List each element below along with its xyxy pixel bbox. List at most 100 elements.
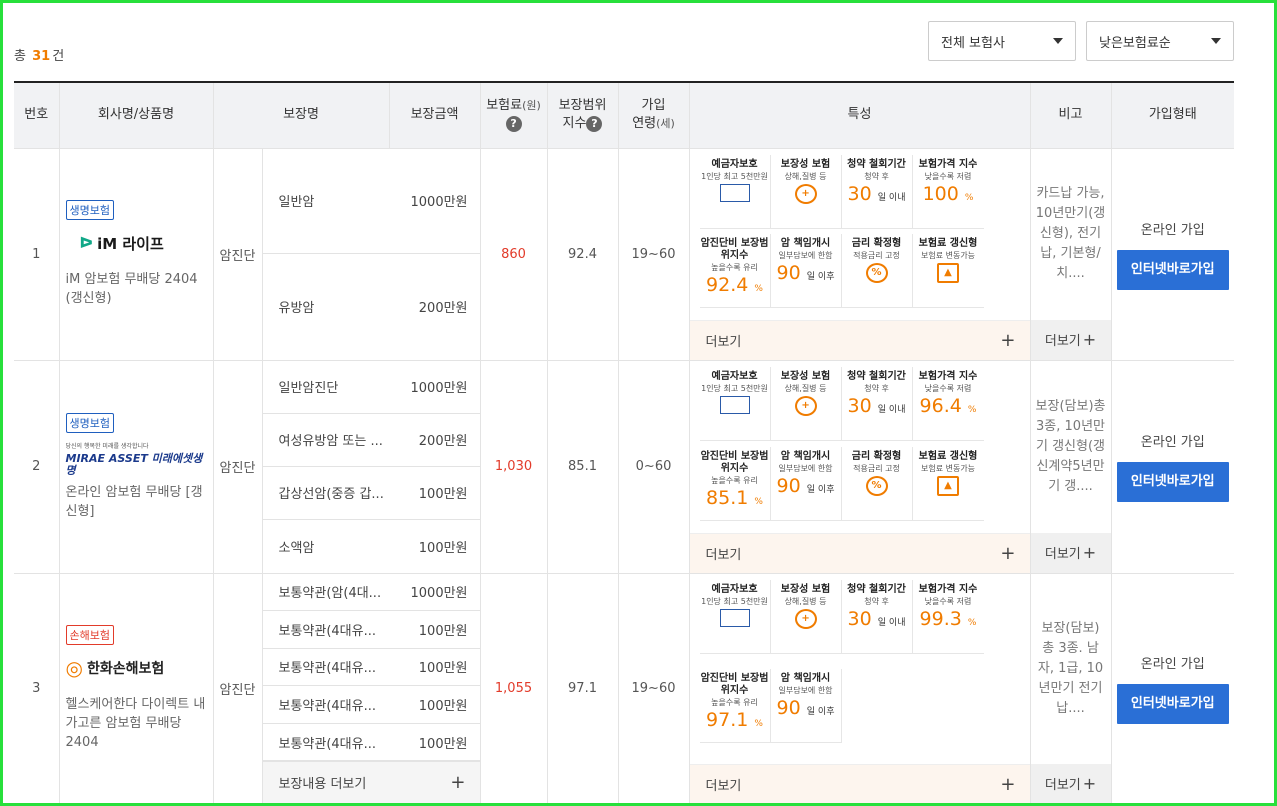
product-name[interactable]: 헬스케어한다 다이렉트 내가고른 암보험 무배당 2404: [66, 695, 207, 752]
coverage-row: 일반암진단 1000만원: [262, 361, 480, 414]
coverage-row: 보통약관(4대유... 100만원: [262, 686, 480, 724]
feature-value: 100 %: [922, 182, 974, 205]
feature-title: 암진단비 보장범위지수: [700, 238, 769, 261]
coverage-row: 소액암 100만원: [263, 520, 480, 573]
feature-title: 보장성 보험: [780, 158, 831, 170]
feature-sub: 상해,질병 등: [784, 596, 827, 606]
coverage-name: 보통약관(암(4대...: [278, 586, 382, 602]
feature-sub: 청약 후: [864, 596, 889, 606]
table-row: 1 생명보험 ᐅ iM 라이프 iM 암보험 무배당 2404 (갱신형) 암진단…: [14, 147, 1235, 360]
feature-title: 예금자보호: [711, 370, 758, 382]
medicine-icon: +: [794, 395, 817, 416]
age-value: 19~60: [617, 147, 690, 360]
coverage-name: 보통약관(4대유...: [278, 699, 377, 715]
feature-sub: 일부담보에 한함: [778, 685, 833, 695]
type-badge: 손해보험: [65, 625, 114, 645]
feature-cell: 보장성 보험 상해,질병 등 +: [770, 579, 842, 654]
features-more-button[interactable]: 더보기 +: [689, 319, 1030, 360]
coverage-more-button[interactable]: 보장내용 더보기 +: [262, 761, 480, 804]
coverage-amount: 100만원: [418, 699, 468, 715]
feature-sub: 상해,질병 등: [784, 171, 827, 181]
feature-cell: 암진단비 보장범위지수 높을수록 유리 92.4 %: [699, 234, 771, 308]
join-button[interactable]: 인터넷바로가입: [1116, 462, 1229, 502]
chart-icon: ▲: [937, 263, 960, 283]
coverage-row: 보통약관(4대유... 100만원: [262, 649, 480, 687]
product-cell: 생명보험 ᐅ iM 라이프 iM 암보험 무배당 2404 (갱신형): [58, 147, 213, 360]
note-cell: 보장(담보)총3종, 10년만기 갱신형(갱신계약5년만기 갱.... 더보기 +: [1029, 359, 1112, 573]
header-join: 가입형태: [1110, 81, 1235, 148]
join-button[interactable]: 인터넷바로가입: [1116, 684, 1229, 724]
features-more-button[interactable]: 더보기 +: [689, 532, 1030, 573]
plus-icon: +: [1082, 330, 1097, 349]
company-select-value: 전체 보험사: [941, 35, 1005, 51]
product-name[interactable]: 온라인 암보험 무배당 [갱신형]: [66, 483, 207, 521]
help-icon[interactable]: ?: [586, 116, 603, 133]
row-number: 1: [14, 147, 59, 360]
feature-cell: 금리 확정형 적용금리 고정%: [841, 446, 913, 521]
feature-cell: 보험가격 지수 낮을수록 저렴 99.3 %: [912, 580, 984, 654]
premium-value: 860: [479, 147, 548, 360]
feature-value: 30 일 이내: [847, 182, 906, 205]
coverage-name: 여성유방암 또는 ...: [278, 434, 383, 449]
coverage-name: 유방암: [278, 301, 315, 317]
header-range: 보장범위 지수?: [546, 81, 619, 148]
feature-value: 90 일 이후: [776, 262, 835, 284]
count-suffix: 건: [52, 49, 65, 64]
sort-select[interactable]: 낮은보험료순: [1086, 21, 1234, 61]
company-select[interactable]: 전체 보험사: [928, 21, 1076, 61]
coverage-name: 일반암진단: [278, 381, 339, 396]
caret-down-icon: [1211, 38, 1221, 44]
coverage-amount: 1000만원: [410, 586, 468, 602]
feature-grid: 예금자보호 1인당 최고 5천만원 보장성 보험 상해,질병 등 + 청약 철회기간 청약 …: [690, 361, 1030, 533]
coverage-amount: 100만원: [418, 736, 468, 752]
feature-title: 예금자보호: [711, 158, 758, 170]
feature-cell: 암 책임개시 일부담보에 한함 90 일 이후: [770, 668, 842, 743]
hanwha-logo-icon: ◎: [65, 656, 83, 680]
feature-title: 청약 철회기간: [847, 158, 906, 170]
coverage-amount: 100만원: [418, 540, 468, 556]
feature-sub: 적용금리 고정: [853, 251, 900, 260]
header-features: 특성: [688, 81, 1031, 148]
feature-title: 청약 철회기간: [847, 370, 906, 382]
feature-cell: 보험가격 지수 낮을수록 저렴 96.4 %: [912, 367, 984, 441]
features-more-button[interactable]: 더보기 +: [689, 763, 1030, 804]
coverage-row: 유방암 200만원: [263, 254, 480, 360]
feature-cell: 금리 확정형 적용금리 고정%: [841, 234, 913, 308]
feature-cell: 암 책임개시 일부담보에 한함 90 일 이후: [770, 234, 842, 308]
feature-cell: 암 책임개시 일부담보에 한함 90 일 이후: [770, 446, 842, 521]
coverage-list: 보통약관(암(4대... 1000만원 보통약관(4대유... 100만원 보통약관(4…: [261, 572, 481, 804]
feature-sub: 높을수록 유리: [711, 475, 758, 485]
coverage-name: 소액암: [278, 540, 315, 556]
header-amount: 보장금액: [388, 81, 481, 148]
product-name[interactable]: iM 암보험 무배당 2404 (갱신형): [66, 270, 207, 308]
feature-title: 예금자보호: [711, 583, 758, 595]
feature-cell: 예금자보호 1인당 최고 5천만원: [699, 366, 771, 441]
company-logo: 당신의 행복한 미래를 생각합니다 MIRAE ASSET 미래에셋생명: [65, 442, 203, 477]
plus-icon: +: [450, 772, 466, 794]
join-button[interactable]: 인터넷바로가입: [1116, 249, 1229, 290]
help-icon[interactable]: ?: [505, 116, 522, 133]
join-label: 온라인 가입: [1140, 657, 1205, 672]
note-text: 보장(담보) 총 3종. 남자, 1급, 10년만기 전기납....: [1037, 620, 1104, 716]
feature-value: 85.1 %: [706, 486, 763, 509]
medicine-icon: +: [794, 183, 817, 204]
features-cell: 예금자보호 1인당 최고 5천만원 보장성 보험 상해,질병 등 + 청약 철회기간 청약 …: [688, 572, 1031, 804]
feature-sub: 낮을수록 저렴: [924, 171, 972, 181]
feature-sub: 높을수록 유리: [711, 697, 758, 707]
note-text: 보장(담보)총3종, 10년만기 갱신형(갱신계약5년만기 갱....: [1035, 398, 1106, 494]
percent-icon: %: [865, 475, 888, 496]
coverage-row: 여성유방암 또는 ... 200만원: [262, 414, 480, 467]
range-value: 85.1: [546, 359, 619, 573]
features-cell: 예금자보호 1인당 최고 5천만원 보장성 보험 상해,질병 등 + 청약 철회기간 청약 …: [688, 147, 1031, 360]
feature-sub: 적용금리 고정: [853, 463, 900, 473]
note-more-button[interactable]: 더보기 +: [1030, 532, 1111, 573]
coverage-row: 보통약관(암(4대... 1000만원: [262, 574, 480, 612]
type-badge: 생명보험: [65, 412, 114, 433]
feature-sub: 보험료 변동가능: [920, 251, 976, 260]
note-more-button[interactable]: 더보기 +: [1030, 763, 1111, 804]
note-more-button[interactable]: 더보기 +: [1030, 319, 1111, 360]
coverage-name: 일반암: [278, 195, 315, 211]
coverage-amount: 100만원: [418, 661, 468, 677]
company-logo: ◎ 한화손해보험: [65, 656, 165, 680]
feature-title: 암 책임개시: [780, 238, 831, 249]
